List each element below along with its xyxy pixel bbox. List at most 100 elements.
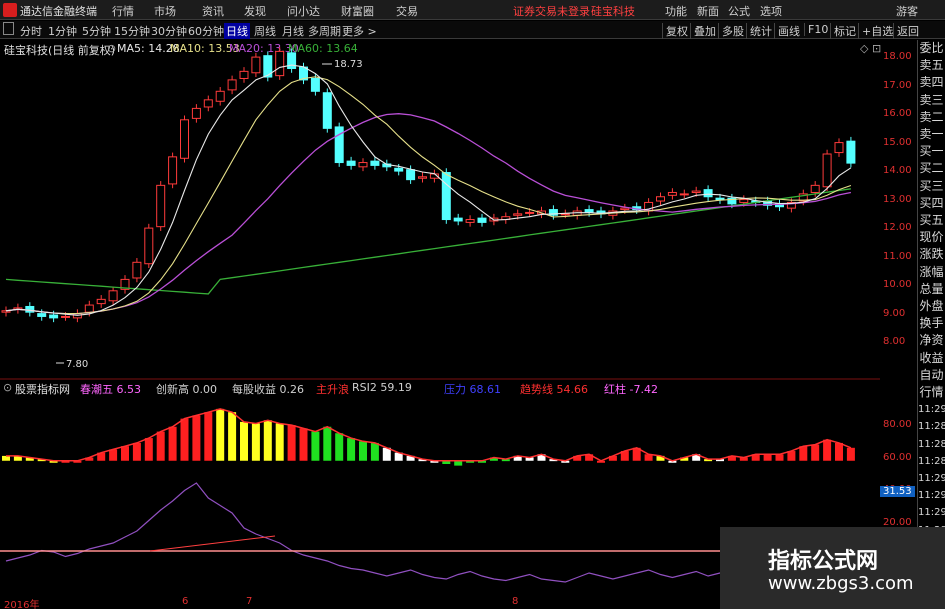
candle: [251, 56, 261, 74]
candle: [418, 176, 427, 179]
login-notice[interactable]: 证券交易未登录: [513, 3, 590, 19]
menu-options[interactable]: 选项: [760, 3, 782, 19]
sidebar-item: 卖五: [919, 58, 944, 73]
indicator-bar: [835, 442, 843, 461]
indicator-bar: [287, 425, 296, 461]
draw-button[interactable]: 画线: [774, 23, 800, 39]
x-label-6: 6: [182, 596, 189, 607]
sidebar-item: 委比: [919, 41, 944, 55]
menu-exchange[interactable]: 市场: [154, 3, 176, 19]
tab-more[interactable]: 更多 >: [342, 23, 377, 39]
menu-newpage[interactable]: 新面: [697, 3, 719, 19]
indicator-bar: [799, 446, 808, 461]
menu-function[interactable]: 功能: [665, 3, 687, 19]
y-tick-label: 10.00: [883, 279, 912, 291]
sidebar-item: 卖四: [919, 75, 944, 90]
indicator-bar: [275, 423, 284, 461]
indicator-bar: [168, 426, 177, 461]
sidebar-item: 买五: [919, 213, 944, 228]
menu-ask[interactable]: 问小达: [287, 3, 320, 19]
candle: [275, 50, 285, 77]
indicator-bar: [216, 408, 225, 461]
tab-60min[interactable]: 60分钟: [188, 23, 224, 39]
y-tick-label: 14.00: [883, 165, 912, 177]
y-tick-label: 13.00: [883, 193, 912, 205]
indicator-bar: [263, 420, 272, 461]
candle: [132, 261, 142, 279]
candle: [227, 79, 237, 91]
candle: [679, 193, 689, 196]
window-icon[interactable]: [3, 22, 14, 35]
candle: [465, 219, 475, 223]
sidebar-item[interactable]: 行情: [918, 384, 945, 401]
menu-formula[interactable]: 公式: [728, 3, 750, 19]
tab-1min[interactable]: 1分钟: [48, 23, 77, 39]
candle: [846, 140, 856, 164]
sidebar-item: 现价: [919, 230, 944, 245]
candle: [96, 298, 106, 305]
tab-multi-period[interactable]: 多周期: [308, 23, 341, 39]
menu-discover[interactable]: 发现: [244, 3, 266, 19]
guest-link[interactable]: 游客: [896, 3, 918, 19]
candle: [49, 314, 59, 319]
mark-button[interactable]: 标记: [830, 23, 856, 39]
app-logo: [3, 3, 17, 17]
high-price-label: 18.73: [334, 59, 363, 70]
sidebar-item: 卖二: [919, 109, 944, 124]
x-label-8: 8: [512, 596, 519, 607]
y-tick-label: 8.00: [883, 336, 906, 348]
indicator-bar: [323, 426, 332, 461]
watermark-title: 指标公式网: [768, 549, 879, 574]
add-watchlist-button[interactable]: +自选: [858, 23, 893, 39]
y-tick-label: 11.00: [883, 250, 912, 262]
tab-daily[interactable]: 日线: [224, 23, 250, 39]
candle: [834, 142, 844, 154]
sidebar-item: 卖一: [919, 127, 944, 142]
candle: [334, 126, 344, 164]
overlay-button[interactable]: 叠加: [690, 23, 716, 39]
f10-button[interactable]: F10: [804, 23, 828, 36]
candlestick-chart[interactable]: 18.73 7.80: [0, 40, 880, 380]
title-bar: 通达信金融终端 行情 市场 资讯 发现 问小达 财富圈 交易 证券交易未登录 硅…: [0, 0, 945, 20]
menu-trade[interactable]: 交易: [396, 3, 418, 19]
period-toolbar: 分时 1分钟 5分钟 15分钟 30分钟 60分钟 日线 周线 月线 多周期 更…: [0, 21, 945, 39]
tab-30min[interactable]: 30分钟: [151, 23, 187, 39]
sidebar-item: 涨跌: [919, 247, 944, 262]
tab-weekly[interactable]: 周线: [254, 23, 276, 39]
menu-wealth[interactable]: 财富圈: [341, 3, 374, 19]
menu-news[interactable]: 资讯: [202, 3, 224, 19]
indicator-bar: [251, 423, 260, 461]
menu-market[interactable]: 行情: [112, 3, 134, 19]
sidebar-item[interactable]: 自动: [918, 367, 945, 384]
candle: [203, 99, 213, 108]
stock-name: 硅宝科技: [591, 5, 635, 18]
tab-timeshare[interactable]: 分时: [20, 23, 42, 39]
stats-button[interactable]: 统计: [746, 23, 772, 39]
sidebar-item: 外盘: [919, 299, 944, 314]
y-tick-label: 16.00: [883, 108, 912, 120]
adjust-button[interactable]: 复权: [662, 23, 688, 39]
sidebar-item: 买四: [919, 195, 944, 210]
tab-monthly[interactable]: 月线: [282, 23, 304, 39]
candle: [620, 207, 630, 211]
candle: [84, 304, 94, 313]
tab-15min[interactable]: 15分钟: [114, 23, 150, 39]
back-button[interactable]: 返回: [893, 23, 919, 39]
sidebar-item: 买二: [919, 161, 944, 176]
watermark-url: www.zbgs3.com: [768, 573, 914, 594]
indicator-bar: [763, 454, 772, 461]
candle: [144, 227, 154, 265]
candle: [394, 167, 404, 172]
multi-stock-button[interactable]: 多股: [718, 23, 744, 39]
y-axis: 18.00 17.00 16.00 15.00 14.00 13.00 12.00 11.00…: [880, 40, 917, 609]
candle: [156, 184, 166, 228]
sidebar-item: 11:28: [918, 421, 945, 433]
sidebar-item: 收益: [919, 350, 944, 365]
tab-5min[interactable]: 5分钟: [82, 23, 111, 39]
quote-sidebar: 委比 卖五 卖四 卖三 卖二 卖一 买一 买二 买三 买四 买五 现价 涨跌 涨幅 总量 外盘 换手 净资 收益 自动…: [917, 40, 945, 609]
indicator-bar: [144, 438, 153, 461]
y-tick-label: 18.00: [883, 51, 912, 63]
candle: [525, 211, 535, 214]
indicator-bar: [109, 449, 118, 461]
value-badge: 31.53: [880, 486, 915, 497]
